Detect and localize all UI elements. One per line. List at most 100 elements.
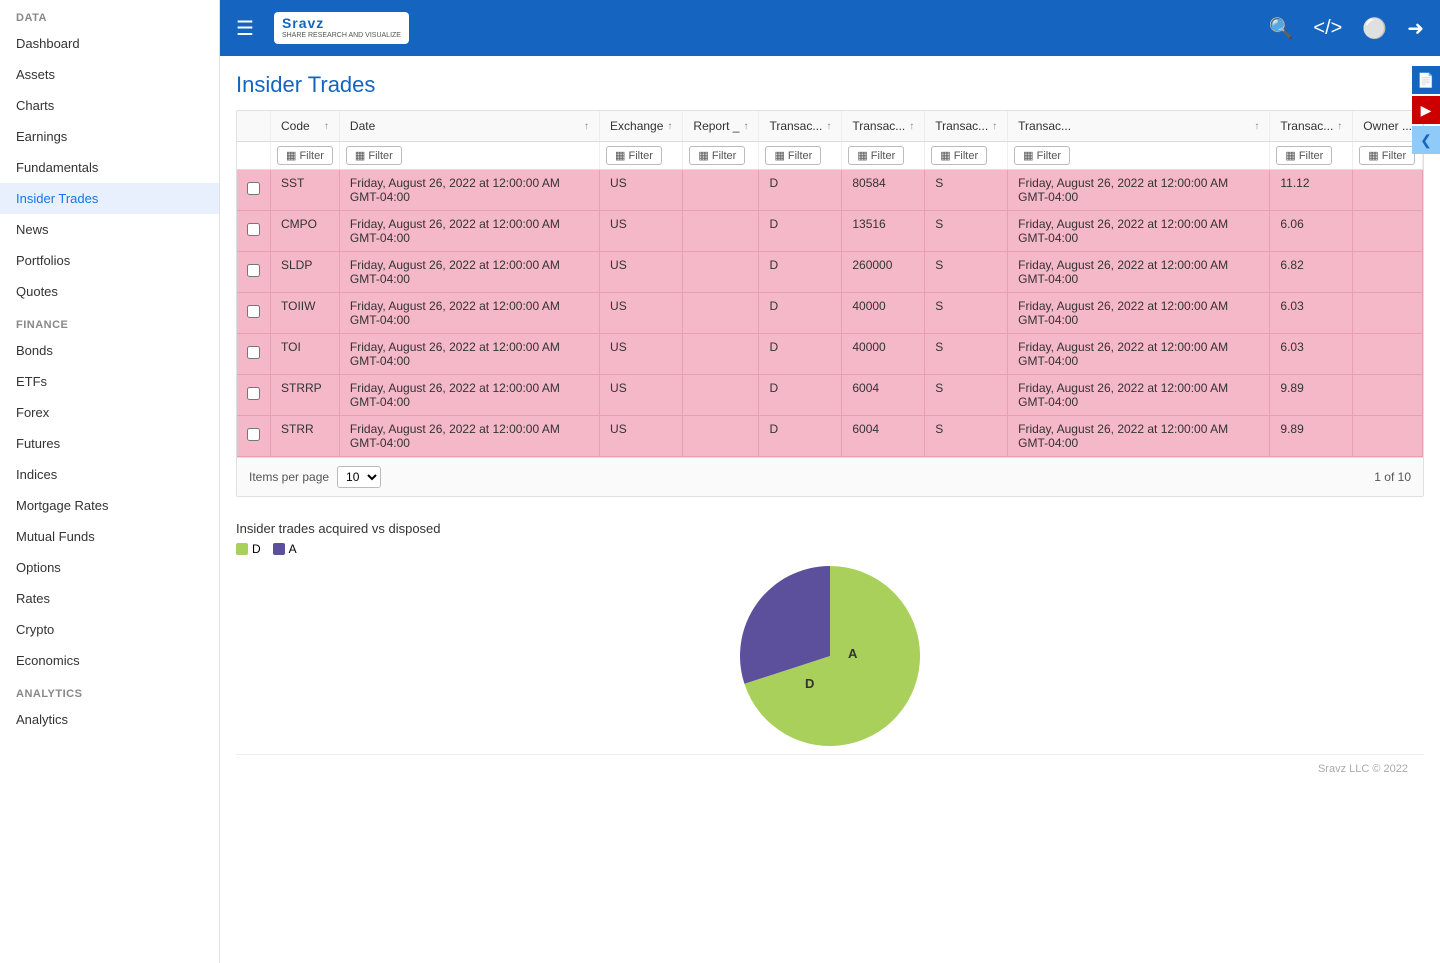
- sidebar-item-news[interactable]: News: [0, 214, 219, 245]
- filter-btn-owner[interactable]: ▦ Filter: [1359, 146, 1415, 165]
- sidebar-item-indices[interactable]: Indices: [0, 459, 219, 490]
- collapse-panel-btn[interactable]: ❮: [1412, 126, 1440, 154]
- sidebar-item-bonds[interactable]: Bonds: [0, 335, 219, 366]
- row-checkbox[interactable]: [247, 346, 260, 359]
- table-filter-row: ▦ Filter ▦ Filter ▦ Filter ▦ Filter ▦ Filter…: [237, 142, 1423, 170]
- row-cell-3: [683, 170, 759, 211]
- row-cell-8: 9.89: [1270, 375, 1353, 416]
- filter-btn-transac2[interactable]: ▦ Filter: [848, 146, 904, 165]
- th-exchange: Exchange↑: [600, 111, 683, 142]
- filter-btn-exchange[interactable]: ▦ Filter: [606, 146, 662, 165]
- sidebar-item-dashboard[interactable]: Dashboard: [0, 28, 219, 59]
- row-cell-6: S: [925, 416, 1008, 457]
- footer: Sravz LLC © 2022: [236, 754, 1424, 783]
- th-label-transac4: Transac...: [1018, 119, 1071, 133]
- sort-icon-exchange[interactable]: ↑: [667, 121, 672, 132]
- sort-icon-transac4[interactable]: ↑: [1254, 121, 1259, 132]
- side-panel-toggle: 📄 ▶ ❮: [1412, 66, 1440, 154]
- sort-icon-transac2[interactable]: ↑: [909, 121, 914, 132]
- filter-cell-transac3: ▦ Filter: [925, 142, 1008, 170]
- row-checkbox[interactable]: [247, 387, 260, 400]
- sidebar-item-futures[interactable]: Futures: [0, 428, 219, 459]
- filter-cell-transac5: ▦ Filter: [1270, 142, 1353, 170]
- th-label-transac5: Transac...: [1280, 119, 1333, 133]
- filter-cell-date: ▦ Filter: [339, 142, 599, 170]
- table-row: STRRPFriday, August 26, 2022 at 12:00:00…: [237, 375, 1423, 416]
- sort-icon-report[interactable]: ↑: [743, 121, 748, 132]
- row-cell-1: Friday, August 26, 2022 at 12:00:00 AM G…: [339, 252, 599, 293]
- row-checkbox[interactable]: [247, 182, 260, 195]
- filter-btn-transac5[interactable]: ▦ Filter: [1276, 146, 1332, 165]
- row-checkbox[interactable]: [247, 305, 260, 318]
- row-checkbox[interactable]: [247, 428, 260, 441]
- sidebar-item-options[interactable]: Options: [0, 552, 219, 583]
- row-cell-0: TOIIW: [271, 293, 340, 334]
- chart-legend: D A: [236, 542, 1424, 556]
- row-checkbox[interactable]: [247, 264, 260, 277]
- sidebar-item-analytics[interactable]: Analytics: [0, 704, 219, 735]
- sidebar-item-economics[interactable]: Economics: [0, 645, 219, 676]
- filter-btn-transac4[interactable]: ▦ Filter: [1014, 146, 1070, 165]
- sort-icon-date[interactable]: ↑: [584, 121, 589, 132]
- filter-btn-report[interactable]: ▦ Filter: [689, 146, 745, 165]
- items-per-page-label: Items per page: [249, 470, 329, 484]
- sidebar-item-fundamentals[interactable]: Fundamentals: [0, 152, 219, 183]
- sidebar-analytics-header: Analytics: [0, 676, 219, 704]
- row-checkbox-cell: [237, 375, 271, 416]
- filter-btn-transac1[interactable]: ▦ Filter: [765, 146, 821, 165]
- row-cell-8: 6.03: [1270, 293, 1353, 334]
- sidebar-item-etfs[interactable]: ETFs: [0, 366, 219, 397]
- menu-icon[interactable]: ☰: [236, 16, 254, 41]
- row-cell-1: Friday, August 26, 2022 at 12:00:00 AM G…: [339, 170, 599, 211]
- sidebar-item-portfolios[interactable]: Portfolios: [0, 245, 219, 276]
- items-per-page-select[interactable]: 10 25 50: [337, 466, 381, 488]
- sidebar-finance-items: BondsETFsForexFuturesIndicesMortgage Rat…: [0, 335, 219, 676]
- filter-btn-transac3[interactable]: ▦ Filter: [931, 146, 987, 165]
- row-cell-3: [683, 252, 759, 293]
- chart-section: Insider trades acquired vs disposed D A: [236, 513, 1424, 754]
- row-cell-5: 6004: [842, 416, 925, 457]
- filter-btn-date[interactable]: ▦ Filter: [346, 146, 402, 165]
- row-checkbox[interactable]: [247, 223, 260, 236]
- sidebar-item-earnings[interactable]: Earnings: [0, 121, 219, 152]
- account-icon[interactable]: ⚪: [1362, 16, 1387, 41]
- row-cell-3: [683, 416, 759, 457]
- legend-item-a: A: [273, 542, 297, 556]
- row-cell-6: S: [925, 375, 1008, 416]
- logout-icon[interactable]: ➜: [1407, 16, 1424, 41]
- row-cell-2: US: [600, 334, 683, 375]
- filter-cell-transac2: ▦ Filter: [842, 142, 925, 170]
- row-cell-1: Friday, August 26, 2022 at 12:00:00 AM G…: [339, 211, 599, 252]
- sidebar-item-assets[interactable]: Assets: [0, 59, 219, 90]
- sidebar-item-forex[interactable]: Forex: [0, 397, 219, 428]
- share-icon[interactable]: </>: [1313, 17, 1342, 40]
- sidebar-item-mortgage-rates[interactable]: Mortgage Rates: [0, 490, 219, 521]
- sidebar-item-mutual-funds[interactable]: Mutual Funds: [0, 521, 219, 552]
- doc-icon-btn[interactable]: 📄: [1412, 66, 1440, 94]
- sort-icon-transac5[interactable]: ↑: [1337, 121, 1342, 132]
- row-cell-4: D: [759, 252, 842, 293]
- sidebar-data-header: Data: [0, 0, 219, 28]
- row-cell-3: [683, 375, 759, 416]
- row-cell-8: 9.89: [1270, 416, 1353, 457]
- sidebar-item-rates[interactable]: Rates: [0, 583, 219, 614]
- page-title: Insider Trades: [236, 72, 375, 98]
- sidebar-item-insider-trades[interactable]: Insider Trades: [0, 183, 219, 214]
- sort-icon-code[interactable]: ↑: [324, 121, 329, 132]
- sort-icon-transac3[interactable]: ↑: [992, 121, 997, 132]
- insider-trades-table: Code↑Date↑Exchange↑Report _↑Transac...↑T…: [237, 111, 1423, 457]
- filter-cell-exchange: ▦ Filter: [600, 142, 683, 170]
- sort-icon-transac1[interactable]: ↑: [826, 121, 831, 132]
- th-label-date: Date: [350, 119, 375, 133]
- row-cell-6: S: [925, 293, 1008, 334]
- sidebar-item-crypto[interactable]: Crypto: [0, 614, 219, 645]
- row-cell-7: Friday, August 26, 2022 at 12:00:00 AM G…: [1008, 334, 1270, 375]
- search-icon[interactable]: 🔍: [1269, 16, 1294, 41]
- youtube-icon-btn[interactable]: ▶: [1412, 96, 1440, 124]
- sidebar-item-quotes[interactable]: Quotes: [0, 276, 219, 307]
- row-cell-6: S: [925, 170, 1008, 211]
- row-cell-8: 6.06: [1270, 211, 1353, 252]
- sidebar-item-charts[interactable]: Charts: [0, 90, 219, 121]
- th-transac5: Transac... ↑: [1270, 111, 1353, 142]
- filter-btn-code[interactable]: ▦ Filter: [277, 146, 333, 165]
